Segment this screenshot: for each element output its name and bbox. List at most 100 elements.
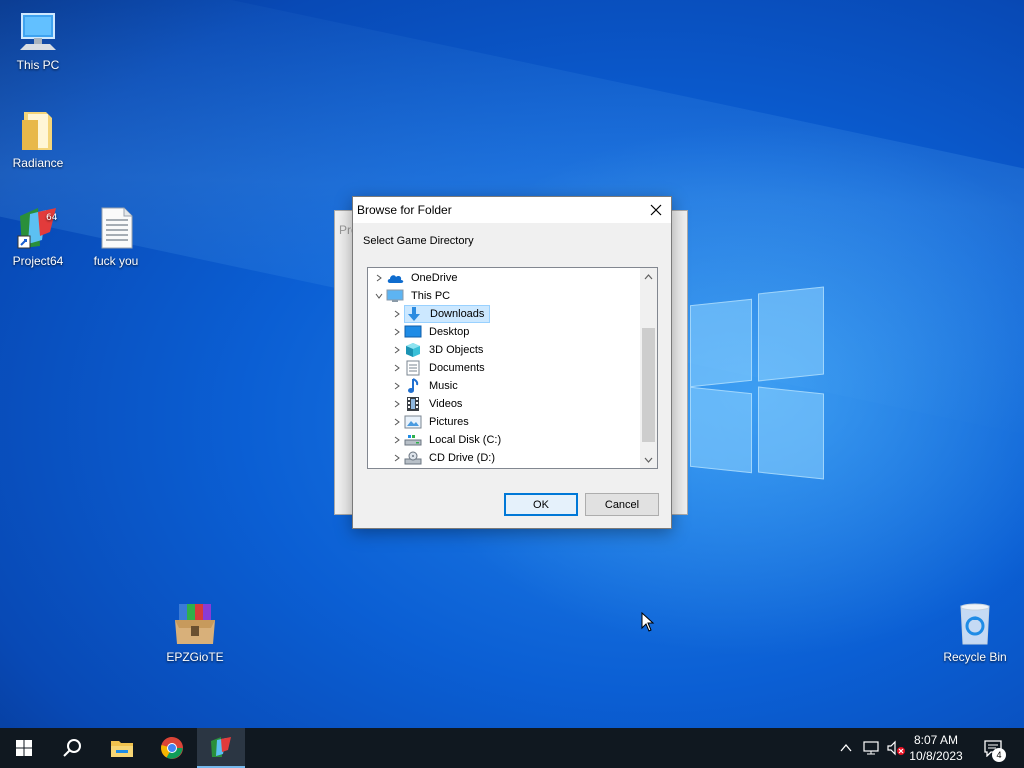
downloads-arrow-icon bbox=[405, 306, 423, 322]
tree-item-label: Videos bbox=[429, 398, 463, 410]
close-icon bbox=[650, 204, 662, 216]
tree-item-label: Desktop bbox=[429, 326, 470, 338]
taskbar: 8:07 AM 10/8/2023 4 bbox=[0, 728, 1024, 768]
desktop-icon-label: Project64 bbox=[12, 254, 64, 268]
computer-icon bbox=[386, 288, 404, 304]
notification-count-badge: 4 bbox=[992, 748, 1006, 762]
tree-item-label: Pictures bbox=[429, 416, 469, 428]
tree-item-label: Local Disk (C:) bbox=[429, 434, 502, 446]
winrar-archive-icon bbox=[173, 602, 217, 646]
dialog-titlebar[interactable]: Browse for Folder bbox=[353, 197, 671, 223]
tree-item-documents[interactable]: Documents bbox=[390, 359, 657, 377]
expand-chevron-icon[interactable] bbox=[390, 377, 404, 395]
expand-chevron-icon[interactable] bbox=[390, 395, 404, 413]
tree-item-label: Music bbox=[429, 380, 458, 392]
expand-chevron-icon[interactable] bbox=[390, 413, 404, 431]
desktop-icon-label: Recycle Bin bbox=[943, 650, 1007, 664]
desktop-icon-this-pc[interactable]: This PC bbox=[0, 10, 76, 72]
dialog-title: Browse for Folder bbox=[357, 203, 452, 217]
tree-item-music[interactable]: Music bbox=[390, 377, 657, 395]
volume-muted-icon bbox=[887, 740, 905, 756]
tree-item-label: Downloads bbox=[430, 308, 485, 320]
dialog-prompt: Select Game Directory bbox=[363, 235, 474, 247]
tree-item-3d-objects[interactable]: 3D Objects bbox=[390, 341, 657, 359]
network-status-button[interactable] bbox=[860, 728, 882, 768]
text-document-icon bbox=[94, 206, 138, 250]
folder-icon bbox=[16, 108, 60, 152]
project64-shortcut-icon: 64 bbox=[16, 206, 60, 250]
search-button[interactable] bbox=[48, 728, 96, 768]
music-note-icon bbox=[404, 378, 422, 394]
scroll-down-button[interactable] bbox=[640, 451, 657, 468]
selection-highlight: Downloads bbox=[404, 305, 491, 323]
cd-drive-icon bbox=[404, 450, 422, 466]
tree-item-label: CD Drive (D:) bbox=[429, 452, 495, 464]
scroll-up-button[interactable] bbox=[640, 268, 657, 285]
tree-scrollbar[interactable] bbox=[640, 268, 657, 468]
chrome-icon bbox=[161, 737, 183, 759]
expand-chevron-icon[interactable] bbox=[390, 359, 404, 377]
expand-chevron-icon[interactable] bbox=[390, 449, 404, 467]
expand-chevron-icon[interactable] bbox=[390, 305, 404, 323]
desktop-icon-project64[interactable]: 64 Project64 bbox=[0, 206, 76, 268]
close-button[interactable] bbox=[641, 197, 671, 223]
volume-button[interactable] bbox=[884, 728, 908, 768]
desktop-icon-label: fuck you bbox=[93, 254, 139, 268]
pictures-icon bbox=[404, 414, 422, 430]
svg-text:64: 64 bbox=[46, 213, 58, 223]
windows-logo-icon bbox=[16, 740, 32, 756]
tree-item-pictures[interactable]: Pictures bbox=[390, 413, 657, 431]
chevron-up-icon bbox=[840, 744, 852, 752]
local-disk-icon bbox=[404, 432, 422, 448]
chevron-up-icon bbox=[644, 273, 653, 279]
documents-icon bbox=[404, 360, 422, 376]
wallpaper-windows-logo bbox=[690, 286, 825, 480]
onedrive-cloud-icon bbox=[386, 270, 404, 286]
recycle-bin-icon bbox=[953, 602, 997, 646]
expand-chevron-icon[interactable] bbox=[390, 341, 404, 359]
expand-chevron-icon[interactable] bbox=[390, 323, 404, 341]
browse-for-folder-dialog: Browse for Folder Select Game Directory … bbox=[352, 196, 672, 529]
desktop-icon-recycle-bin[interactable]: Recycle Bin bbox=[937, 602, 1013, 664]
desktop-icon-radiance[interactable]: Radiance bbox=[0, 108, 76, 170]
cancel-button[interactable]: Cancel bbox=[585, 493, 659, 516]
desktop-icon-epzgiote[interactable]: EPZGioTE bbox=[157, 602, 233, 664]
tree-item-label: OneDrive bbox=[411, 272, 458, 284]
tree-item-videos[interactable]: Videos bbox=[390, 395, 657, 413]
scroll-thumb[interactable] bbox=[642, 328, 655, 442]
project64-icon bbox=[211, 737, 231, 757]
project64-taskbar-button[interactable] bbox=[197, 728, 245, 768]
expand-chevron-icon[interactable] bbox=[390, 431, 404, 449]
tree-item-cd-drive-d[interactable]: CD Drive (D:) bbox=[390, 449, 657, 467]
tree-item-onedrive[interactable]: OneDrive bbox=[372, 269, 642, 287]
show-hidden-icons-button[interactable] bbox=[836, 728, 856, 768]
videos-film-icon bbox=[404, 396, 422, 412]
file-explorer-button[interactable] bbox=[98, 728, 146, 768]
desktop-icon-label: EPZGioTE bbox=[166, 650, 224, 664]
desktop-icon-label: This PC bbox=[16, 58, 60, 72]
chevron-down-icon bbox=[644, 457, 653, 463]
3d-objects-icon bbox=[404, 342, 422, 358]
taskbar-clock[interactable]: 8:07 AM 10/8/2023 bbox=[906, 732, 966, 764]
clock-time: 8:07 AM bbox=[913, 733, 959, 747]
chrome-button[interactable] bbox=[148, 728, 196, 768]
desktop-icon-label: Radiance bbox=[12, 156, 64, 170]
network-icon bbox=[863, 741, 879, 755]
tree-item-downloads[interactable]: Downloads bbox=[390, 305, 657, 323]
tree-item-label: 3D Objects bbox=[429, 344, 484, 356]
start-button[interactable] bbox=[0, 728, 48, 768]
tree-item-local-disk-c[interactable]: Local Disk (C:) bbox=[390, 431, 657, 449]
desktop-icon-text-file[interactable]: fuck you bbox=[78, 206, 154, 268]
tree-item-label: Documents bbox=[429, 362, 485, 374]
expand-chevron-icon[interactable] bbox=[372, 269, 386, 287]
folder-tree[interactable]: OneDrive This PC Downloads Desktop 3D Ob… bbox=[367, 267, 658, 469]
ok-button[interactable]: OK bbox=[504, 493, 578, 516]
action-center-button[interactable]: 4 bbox=[970, 728, 1016, 768]
collapse-chevron-icon[interactable] bbox=[372, 287, 386, 305]
tree-item-this-pc[interactable]: This PC bbox=[372, 287, 642, 305]
tree-item-label: This PC bbox=[411, 290, 451, 302]
clock-date: 10/8/2023 bbox=[909, 749, 963, 763]
tree-item-desktop[interactable]: Desktop bbox=[390, 323, 657, 341]
search-icon bbox=[63, 739, 81, 757]
file-explorer-icon bbox=[111, 741, 133, 757]
